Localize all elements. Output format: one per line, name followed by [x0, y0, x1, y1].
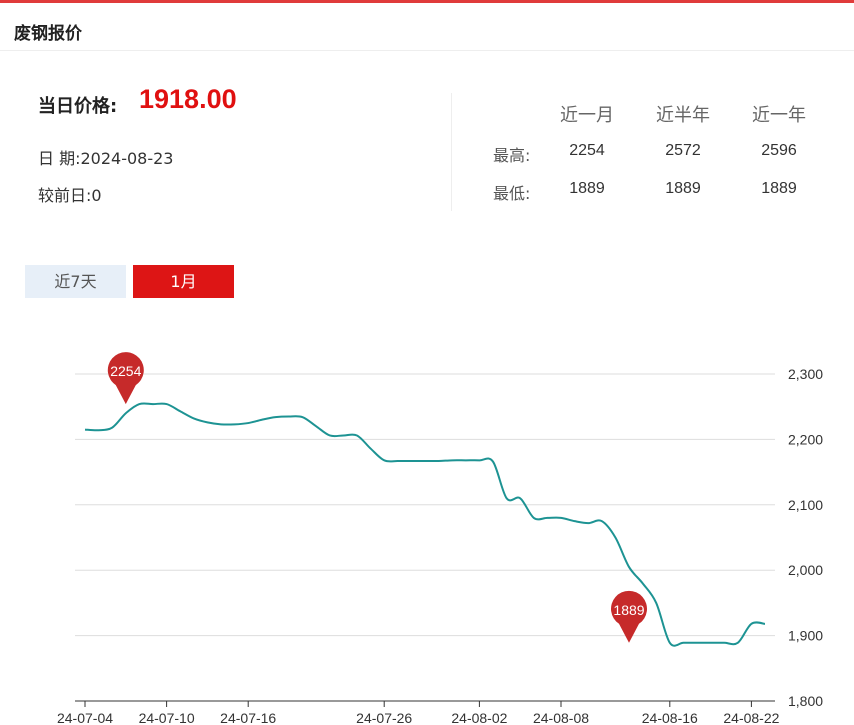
stats-high-half-year: 2572: [665, 142, 701, 159]
y-tick-label: 1,800: [788, 693, 823, 709]
x-tick-label: 24-08-02: [451, 710, 507, 725]
x-tick-label: 24-07-04: [57, 710, 113, 725]
x-tick-label: 24-07-26: [356, 710, 412, 725]
y-tick-label: 2,300: [788, 366, 823, 382]
tab-7-days[interactable]: 近7天: [25, 265, 126, 298]
stats-low-half-year: 1889: [665, 180, 701, 197]
change-vs-previous-day: 较前日:0: [38, 186, 102, 205]
y-tick-label: 1,900: [788, 628, 823, 644]
price-date: 日 期:2024-08-23: [38, 149, 174, 168]
current-price-value: 1918.00: [139, 84, 237, 114]
panel-title: 废钢报价: [14, 24, 82, 44]
y-tick-label: 2,000: [788, 562, 823, 578]
stats-column-half-year: 近半年: [656, 105, 710, 126]
current-price-label: 当日价格:: [38, 96, 118, 117]
stats-high-month: 2254: [569, 142, 605, 159]
y-tick-label: 2,200: [788, 431, 823, 447]
stats-row-low-label: 最低:: [493, 184, 531, 203]
x-tick-label: 24-07-10: [139, 710, 195, 725]
panel-header: 废钢报价: [0, 3, 854, 51]
section-divider: [451, 93, 452, 211]
x-tick-label: 24-08-16: [642, 710, 698, 725]
price-line-chart: 1,800 1,900 2,000 2,100 2,200 2,300 24-07-04 24…: [57, 352, 823, 725]
x-tick-label: 24-08-22: [723, 710, 779, 725]
stats-low-month: 1889: [569, 180, 605, 197]
value-pin-label: 2254: [110, 363, 141, 379]
x-tick-label: 24-07-16: [220, 710, 276, 725]
stats-column-month: 近一月: [560, 105, 614, 126]
value-pin-label: 1889: [613, 602, 644, 618]
stats-high-year: 2596: [761, 142, 797, 159]
stats-low-year: 1889: [761, 180, 797, 197]
stats-row-high-label: 最高:: [493, 146, 531, 165]
y-tick-label: 2,100: [788, 497, 823, 513]
x-tick-label: 24-08-08: [533, 710, 589, 725]
stats-column-year: 近一年: [752, 105, 806, 126]
tab-1-month[interactable]: 1月: [133, 265, 234, 298]
